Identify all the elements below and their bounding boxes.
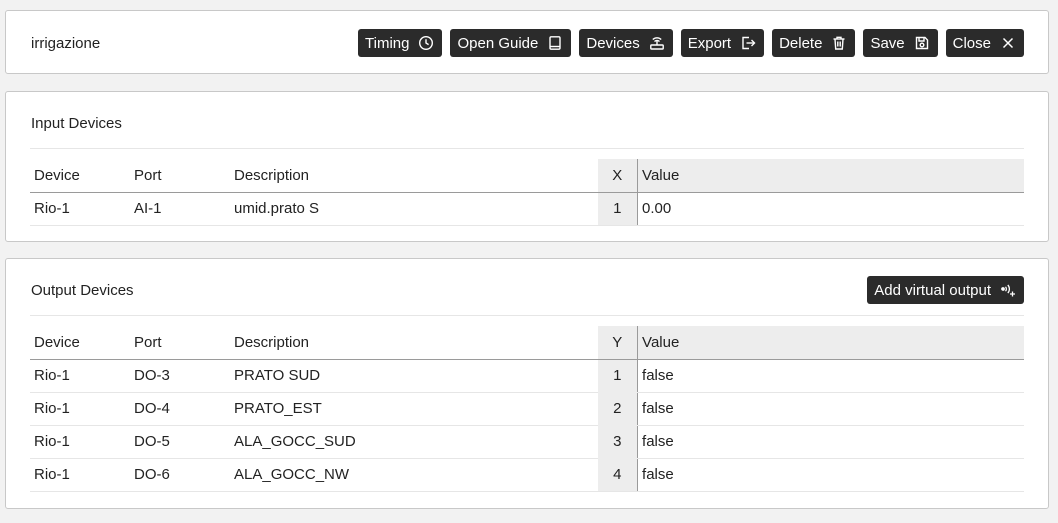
- column-header-description: Description: [230, 326, 530, 360]
- device-cell: Rio-1: [30, 392, 130, 426]
- description-cell: ALA_GOCC_SUD: [230, 425, 530, 459]
- column-header-value: Value: [637, 159, 1024, 193]
- description-cell: PRATO SUD: [230, 359, 530, 393]
- table-row: Rio-1 DO-5 ALA_GOCC_SUD 3 false: [30, 425, 1024, 459]
- column-header-index: X: [597, 159, 639, 193]
- book-icon: [547, 35, 563, 51]
- add-virtual-output-button[interactable]: Add virtual output: [867, 276, 1024, 304]
- table-row: Rio-1 DO-3 PRATO SUD 1 false: [30, 359, 1024, 393]
- devices-button[interactable]: Devices: [579, 29, 673, 57]
- column-header-value: Value: [637, 326, 1024, 360]
- index-cell: 2: [597, 392, 639, 426]
- devices-button-label: Devices: [586, 34, 640, 52]
- export-button[interactable]: Export: [680, 29, 765, 57]
- device-cell: Rio-1: [30, 192, 130, 226]
- export-button-label: Export: [687, 34, 732, 52]
- value-cell: false: [637, 425, 1024, 459]
- port-cell: DO-3: [130, 359, 230, 393]
- port-cell: DO-5: [130, 425, 230, 459]
- description-cell: ALA_GOCC_NW: [230, 458, 530, 492]
- toolbar: Timing Open Guide Devices Export Delete: [358, 29, 1024, 57]
- port-cell: DO-6: [130, 458, 230, 492]
- device-cell: Rio-1: [30, 359, 130, 393]
- virtual-output-icon: [1000, 282, 1016, 298]
- page-title: irrigazione: [31, 35, 101, 52]
- index-cell: 1: [597, 359, 639, 393]
- table-row: Rio-1 AI-1 umid.prato S 1 0.00: [30, 192, 1024, 226]
- table-row: Rio-1 DO-4 PRATO_EST 2 false: [30, 392, 1024, 426]
- timing-button[interactable]: Timing: [358, 29, 443, 57]
- value-cell: false: [637, 458, 1024, 492]
- port-cell: AI-1: [130, 192, 230, 226]
- close-button-label: Close: [952, 34, 991, 52]
- index-cell: 3: [597, 425, 639, 459]
- description-cell: PRATO_EST: [230, 392, 530, 426]
- save-button-label: Save: [870, 34, 905, 52]
- floppy-icon: [914, 35, 930, 51]
- output-devices-title: Output Devices: [31, 282, 134, 299]
- spacer-cell: [530, 359, 598, 393]
- input-devices-table: Device Port Description X Value Rio-1 AI…: [30, 159, 1024, 226]
- value-cell: false: [637, 359, 1024, 393]
- description-cell: umid.prato S: [230, 192, 530, 226]
- save-button[interactable]: Save: [863, 29, 938, 57]
- devices-icon: [649, 35, 665, 51]
- index-cell: 4: [597, 458, 639, 492]
- spacer-cell: [530, 392, 598, 426]
- input-devices-panel: Input Devices Device Port Description X …: [5, 91, 1049, 242]
- column-header-index: Y: [597, 326, 639, 360]
- close-icon: [1000, 35, 1016, 51]
- table-row: Rio-1 DO-6 ALA_GOCC_NW 4 false: [30, 458, 1024, 492]
- timing-button-label: Timing: [365, 34, 410, 52]
- column-header-device: Device: [30, 326, 130, 360]
- header-panel: irrigazione Timing Open Guide Devices Ex…: [5, 10, 1049, 74]
- output-devices-table: Device Port Description Y Value Rio-1 DO…: [30, 326, 1024, 492]
- delete-button[interactable]: Delete: [772, 29, 856, 57]
- table-header-row: Device Port Description Y Value: [30, 326, 1024, 360]
- trash-icon: [831, 35, 847, 51]
- add-virtual-output-label: Add virtual output: [874, 281, 991, 299]
- clock-icon: [418, 35, 434, 51]
- delete-button-label: Delete: [779, 34, 823, 52]
- column-header-description: Description: [230, 159, 530, 193]
- column-spacer: [530, 326, 598, 360]
- output-devices-panel: Output Devices Add virtual output Device…: [5, 258, 1049, 509]
- index-cell: 1: [597, 192, 639, 226]
- port-cell: DO-4: [130, 392, 230, 426]
- device-cell: Rio-1: [30, 425, 130, 459]
- open-guide-button-label: Open Guide: [457, 34, 539, 52]
- column-spacer: [530, 159, 598, 193]
- open-guide-button[interactable]: Open Guide: [450, 29, 572, 57]
- export-icon: [740, 35, 756, 51]
- spacer-cell: [530, 458, 598, 492]
- column-header-port: Port: [130, 326, 230, 360]
- column-header-device: Device: [30, 159, 130, 193]
- close-button[interactable]: Close: [945, 29, 1024, 57]
- input-devices-title: Input Devices: [31, 115, 122, 132]
- column-header-port: Port: [130, 159, 230, 193]
- value-cell: false: [637, 392, 1024, 426]
- section-divider: [30, 315, 1024, 316]
- spacer-cell: [530, 425, 598, 459]
- section-divider: [30, 148, 1024, 149]
- table-header-row: Device Port Description X Value: [30, 159, 1024, 193]
- device-cell: Rio-1: [30, 458, 130, 492]
- value-cell: 0.00: [637, 192, 1024, 226]
- spacer-cell: [530, 192, 598, 226]
